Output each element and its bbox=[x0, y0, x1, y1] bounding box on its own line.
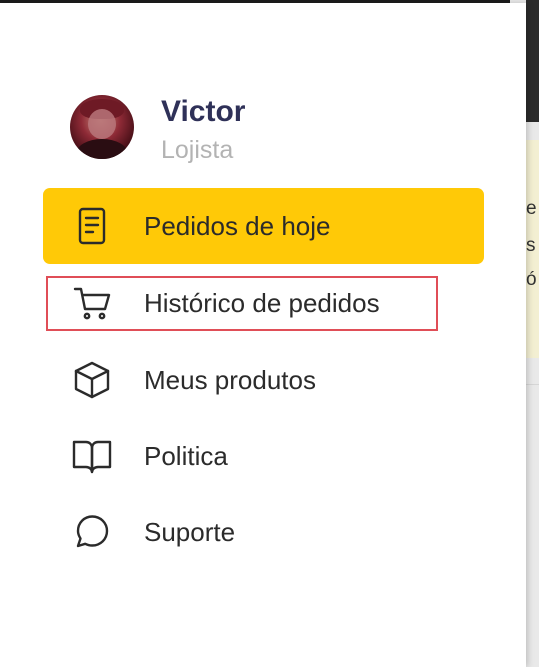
receipt-icon bbox=[72, 206, 112, 246]
menu-item-label: Pedidos de hoje bbox=[144, 211, 331, 241]
menu-item-politica[interactable]: Politica bbox=[43, 418, 484, 494]
navigation-drawer: Victor Lojista Pedidos de hoje Histórico… bbox=[0, 3, 526, 667]
menu-item-label: Politica bbox=[144, 441, 228, 471]
avatar bbox=[70, 95, 134, 159]
background-divider bbox=[526, 384, 539, 385]
user-role: Lojista bbox=[161, 136, 234, 164]
background-header bbox=[526, 0, 539, 122]
menu-item-label: Meus produtos bbox=[144, 365, 316, 395]
highlight-annotation-box bbox=[46, 276, 438, 331]
book-icon bbox=[72, 436, 112, 476]
menu-item-label: Suporte bbox=[144, 517, 236, 547]
menu-item-suporte[interactable]: Suporte bbox=[43, 494, 484, 570]
menu-item-pedidos-de-hoje[interactable]: Pedidos de hoje bbox=[43, 188, 484, 264]
background-text-fragment: e bbox=[526, 198, 537, 219]
background-text-fragment: ó bbox=[526, 269, 537, 290]
user-name: Victor bbox=[161, 95, 246, 128]
chat-bubble-icon bbox=[72, 512, 112, 552]
menu-item-meus-produtos[interactable]: Meus produtos bbox=[43, 342, 484, 418]
box-icon bbox=[72, 360, 112, 400]
background-text-fragment: s bbox=[526, 235, 536, 256]
